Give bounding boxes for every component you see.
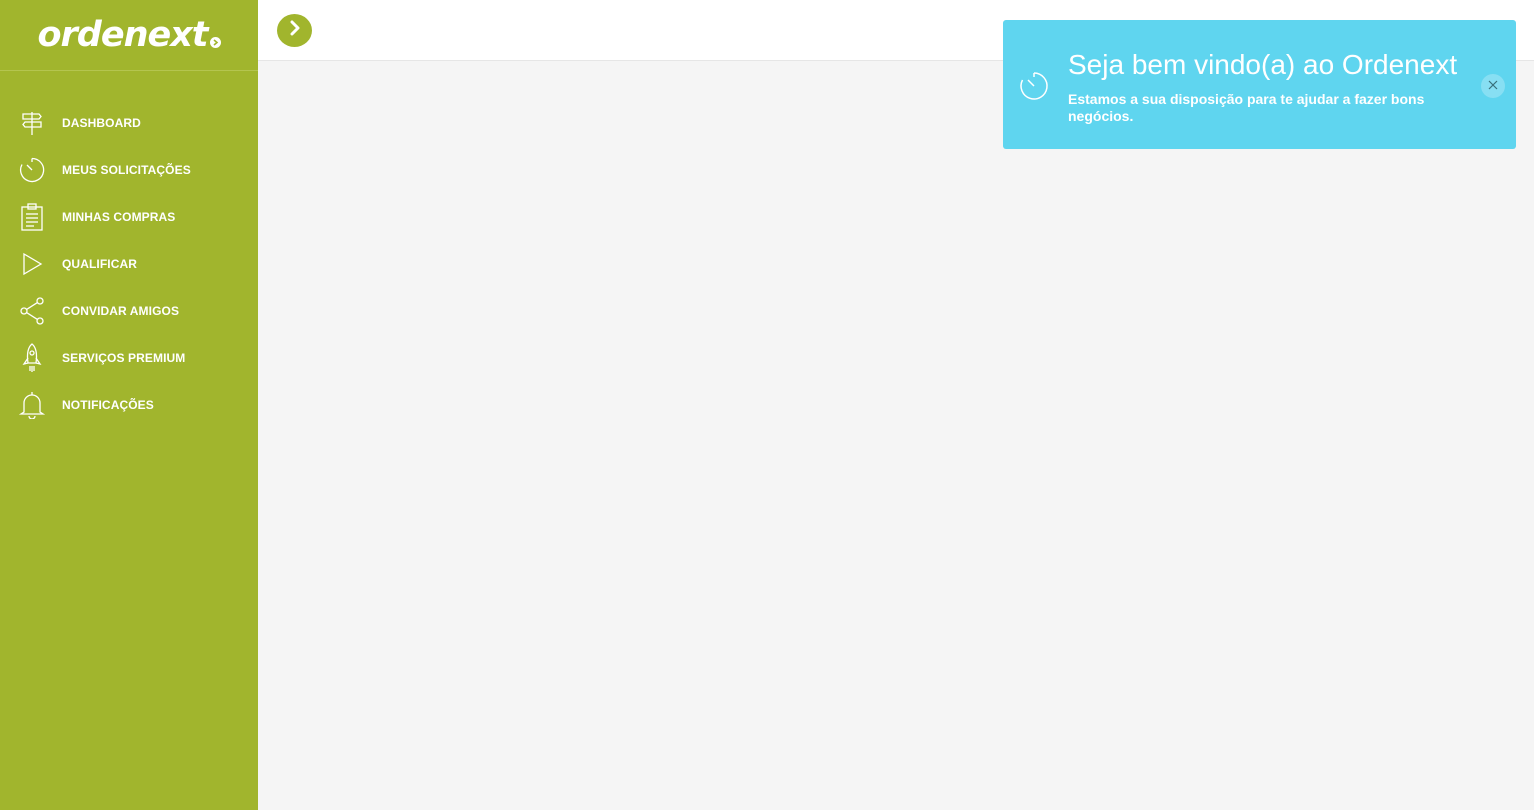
sidebar-item-label: QUALIFICAR xyxy=(62,256,137,271)
sidebar-item-dashboard[interactable]: DASHBOARD xyxy=(0,99,258,146)
sidebar-item-label: DASHBOARD xyxy=(62,115,141,130)
chevron-right-icon xyxy=(288,20,302,41)
sidebar-item-label: CONVIDAR AMIGOS xyxy=(62,303,180,318)
sidebar: ordenext DASHBOARD MEUS SOLICITAÇÕES MIN… xyxy=(0,0,258,810)
logo-text: ordenext xyxy=(37,15,208,55)
sidebar-item-label: MINHAS COMPRAS xyxy=(62,209,176,224)
stopwatch-icon xyxy=(19,157,45,183)
logo[interactable]: ordenext xyxy=(37,15,221,55)
play-icon xyxy=(19,251,45,277)
sidebar-item-label: NOTIFICAÇÕES xyxy=(62,397,154,412)
welcome-toast: Seja bem vindo(a) ao Ordenext Estamos a … xyxy=(1003,20,1516,149)
rocket-icon xyxy=(19,342,45,372)
sidebar-item-meus-solicitacoes[interactable]: MEUS SOLICITAÇÕES xyxy=(0,146,258,193)
sidebar-nav: DASHBOARD MEUS SOLICITAÇÕES MINHAS COMPR… xyxy=(0,99,258,428)
sidebar-toggle-button[interactable] xyxy=(277,14,312,47)
toast-close-button[interactable] xyxy=(1481,74,1505,98)
signpost-icon xyxy=(19,110,45,136)
toast-message: Estamos a sua disposição para te ajudar … xyxy=(1068,91,1425,124)
close-icon xyxy=(1488,77,1498,95)
clipboard-icon xyxy=(19,202,45,231)
share-icon xyxy=(19,296,45,325)
sidebar-item-notificacoes[interactable]: NOTIFICAÇÕES xyxy=(0,381,258,428)
sidebar-item-qualificar[interactable]: QUALIFICAR xyxy=(0,240,258,287)
sidebar-item-servicos-premium[interactable]: SERVIÇOS PREMIUM xyxy=(0,334,258,381)
logo-area: ordenext xyxy=(0,0,258,71)
sidebar-item-label: MEUS SOLICITAÇÕES xyxy=(62,162,191,177)
logo-arrow-icon xyxy=(209,37,221,48)
sidebar-item-convidar-amigos[interactable]: CONVIDAR AMIGOS xyxy=(0,287,258,334)
sidebar-item-minhas-compras[interactable]: MINHAS COMPRAS xyxy=(0,193,258,240)
sidebar-item-label: SERVIÇOS PREMIUM xyxy=(62,350,186,365)
toast-title: Seja bem vindo(a) ao Ordenext xyxy=(1068,49,1458,80)
bell-icon xyxy=(19,391,45,419)
stopwatch-icon xyxy=(1018,70,1050,102)
